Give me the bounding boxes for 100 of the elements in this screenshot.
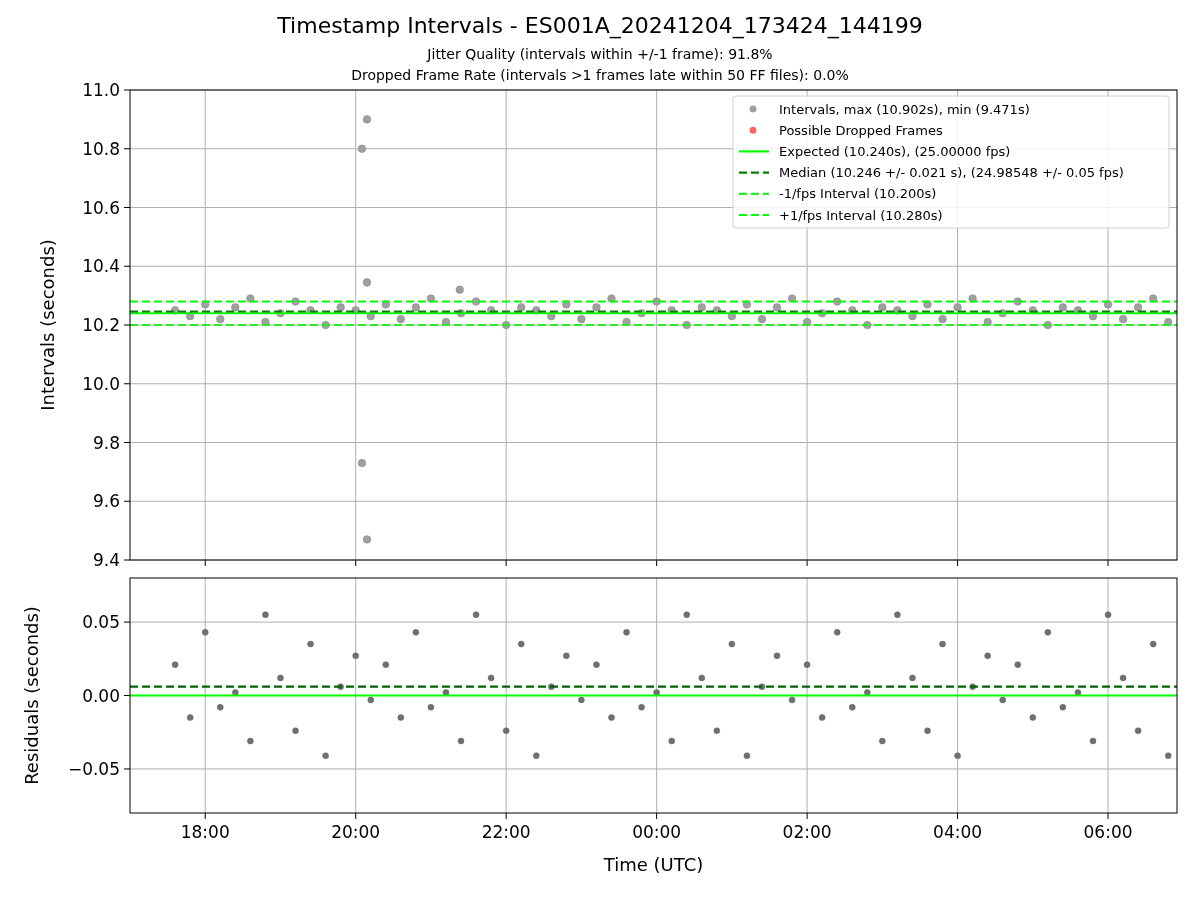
data-point <box>683 611 690 618</box>
data-point <box>622 317 631 327</box>
data-point <box>713 727 721 734</box>
data-point <box>637 309 646 318</box>
data-point <box>682 320 691 330</box>
data-point <box>202 629 209 636</box>
data-point <box>668 737 675 745</box>
data-point <box>999 696 1006 704</box>
tick-label: 0.00 <box>82 685 120 706</box>
data-point <box>879 737 886 745</box>
data-point <box>1088 312 1098 321</box>
data-point <box>908 312 917 321</box>
data-point <box>1044 629 1052 636</box>
data-point <box>412 629 420 636</box>
data-point <box>397 714 405 721</box>
data-point <box>362 278 372 287</box>
data-point <box>366 312 375 321</box>
data-point <box>1104 611 1112 618</box>
legend-label: Intervals, max (10.902s), min (9.471s) <box>779 101 1030 117</box>
data-point <box>607 294 616 303</box>
tick-label: 20:00 <box>331 822 381 842</box>
data-point <box>953 303 962 312</box>
data-point <box>848 306 857 315</box>
data-point <box>893 306 902 315</box>
legend-label: -1/fps Interval (10.200s) <box>779 186 937 202</box>
tick-label: 22:00 <box>481 822 531 842</box>
legend-label: Possible Dropped Frames <box>779 122 943 138</box>
data-point <box>247 737 254 745</box>
data-point <box>1134 303 1143 312</box>
data-point <box>623 629 630 636</box>
tick-label: 06:00 <box>1083 822 1133 842</box>
data-point <box>306 306 315 315</box>
tick-label: 10.0 <box>82 373 120 394</box>
tick-label: 0.05 <box>82 612 120 633</box>
data-point <box>1164 752 1172 759</box>
data-point <box>231 303 240 312</box>
data-point <box>998 309 1007 318</box>
data-point <box>1103 300 1113 309</box>
data-point <box>803 317 812 327</box>
data-point <box>562 300 571 309</box>
data-point <box>502 320 511 330</box>
data-point <box>246 294 255 303</box>
data-point <box>547 312 556 321</box>
chart-subtitle: Jitter Quality (intervals within +/-1 frame): 91.8% <box>427 45 773 64</box>
tick-label: 10.4 <box>82 256 120 277</box>
data-point <box>426 294 436 303</box>
data-point <box>923 300 932 309</box>
data-point <box>276 309 285 318</box>
data-point <box>1073 306 1083 315</box>
data-point <box>592 303 601 312</box>
data-point <box>698 674 706 682</box>
data-point <box>532 306 541 315</box>
data-point <box>1134 727 1142 734</box>
data-point <box>457 737 465 745</box>
tick-label: −0.05 <box>67 758 120 779</box>
data-point <box>983 317 992 327</box>
data-point <box>863 320 872 330</box>
chart-title: Timestamp Intervals - ES001A_20241204_173424_144199 <box>277 13 923 39</box>
data-point <box>968 294 977 303</box>
y-axis-label: Residuals (seconds) <box>21 606 42 785</box>
data-point <box>292 727 299 734</box>
data-point <box>381 300 390 309</box>
data-point <box>818 309 827 318</box>
data-point <box>787 294 797 303</box>
tick-label: 10.2 <box>82 315 120 335</box>
data-point <box>186 312 195 321</box>
data-point <box>757 315 767 324</box>
data-point <box>1028 306 1037 315</box>
data-point <box>849 704 856 711</box>
data-point <box>593 661 600 668</box>
tick-label: 10.8 <box>82 138 120 159</box>
data-point <box>396 315 405 324</box>
x-axis-label: Time (UTC) <box>603 854 704 875</box>
data-point <box>362 535 372 544</box>
y-axis-label: Intervals (seconds) <box>37 239 58 411</box>
data-point <box>456 309 466 318</box>
data-point <box>1149 640 1157 648</box>
data-point <box>517 640 525 648</box>
data-point <box>1119 315 1128 324</box>
data-point <box>1089 737 1097 745</box>
tick-label: 10.6 <box>82 197 120 218</box>
data-point <box>487 674 495 682</box>
data-point <box>833 629 841 636</box>
data-point <box>291 297 300 306</box>
data-point <box>351 306 360 315</box>
data-point <box>788 696 796 704</box>
data-point <box>277 674 284 682</box>
data-point <box>894 611 901 618</box>
data-point <box>261 317 270 327</box>
tick-label: 00:00 <box>632 822 682 842</box>
data-point <box>563 652 570 660</box>
data-point <box>362 115 372 124</box>
data-point <box>743 752 751 759</box>
data-point <box>1059 704 1067 711</box>
data-point <box>217 704 224 711</box>
data-point <box>803 661 811 668</box>
data-point <box>1043 320 1052 330</box>
data-point <box>773 652 781 660</box>
data-point <box>653 689 660 696</box>
data-point <box>938 315 947 324</box>
